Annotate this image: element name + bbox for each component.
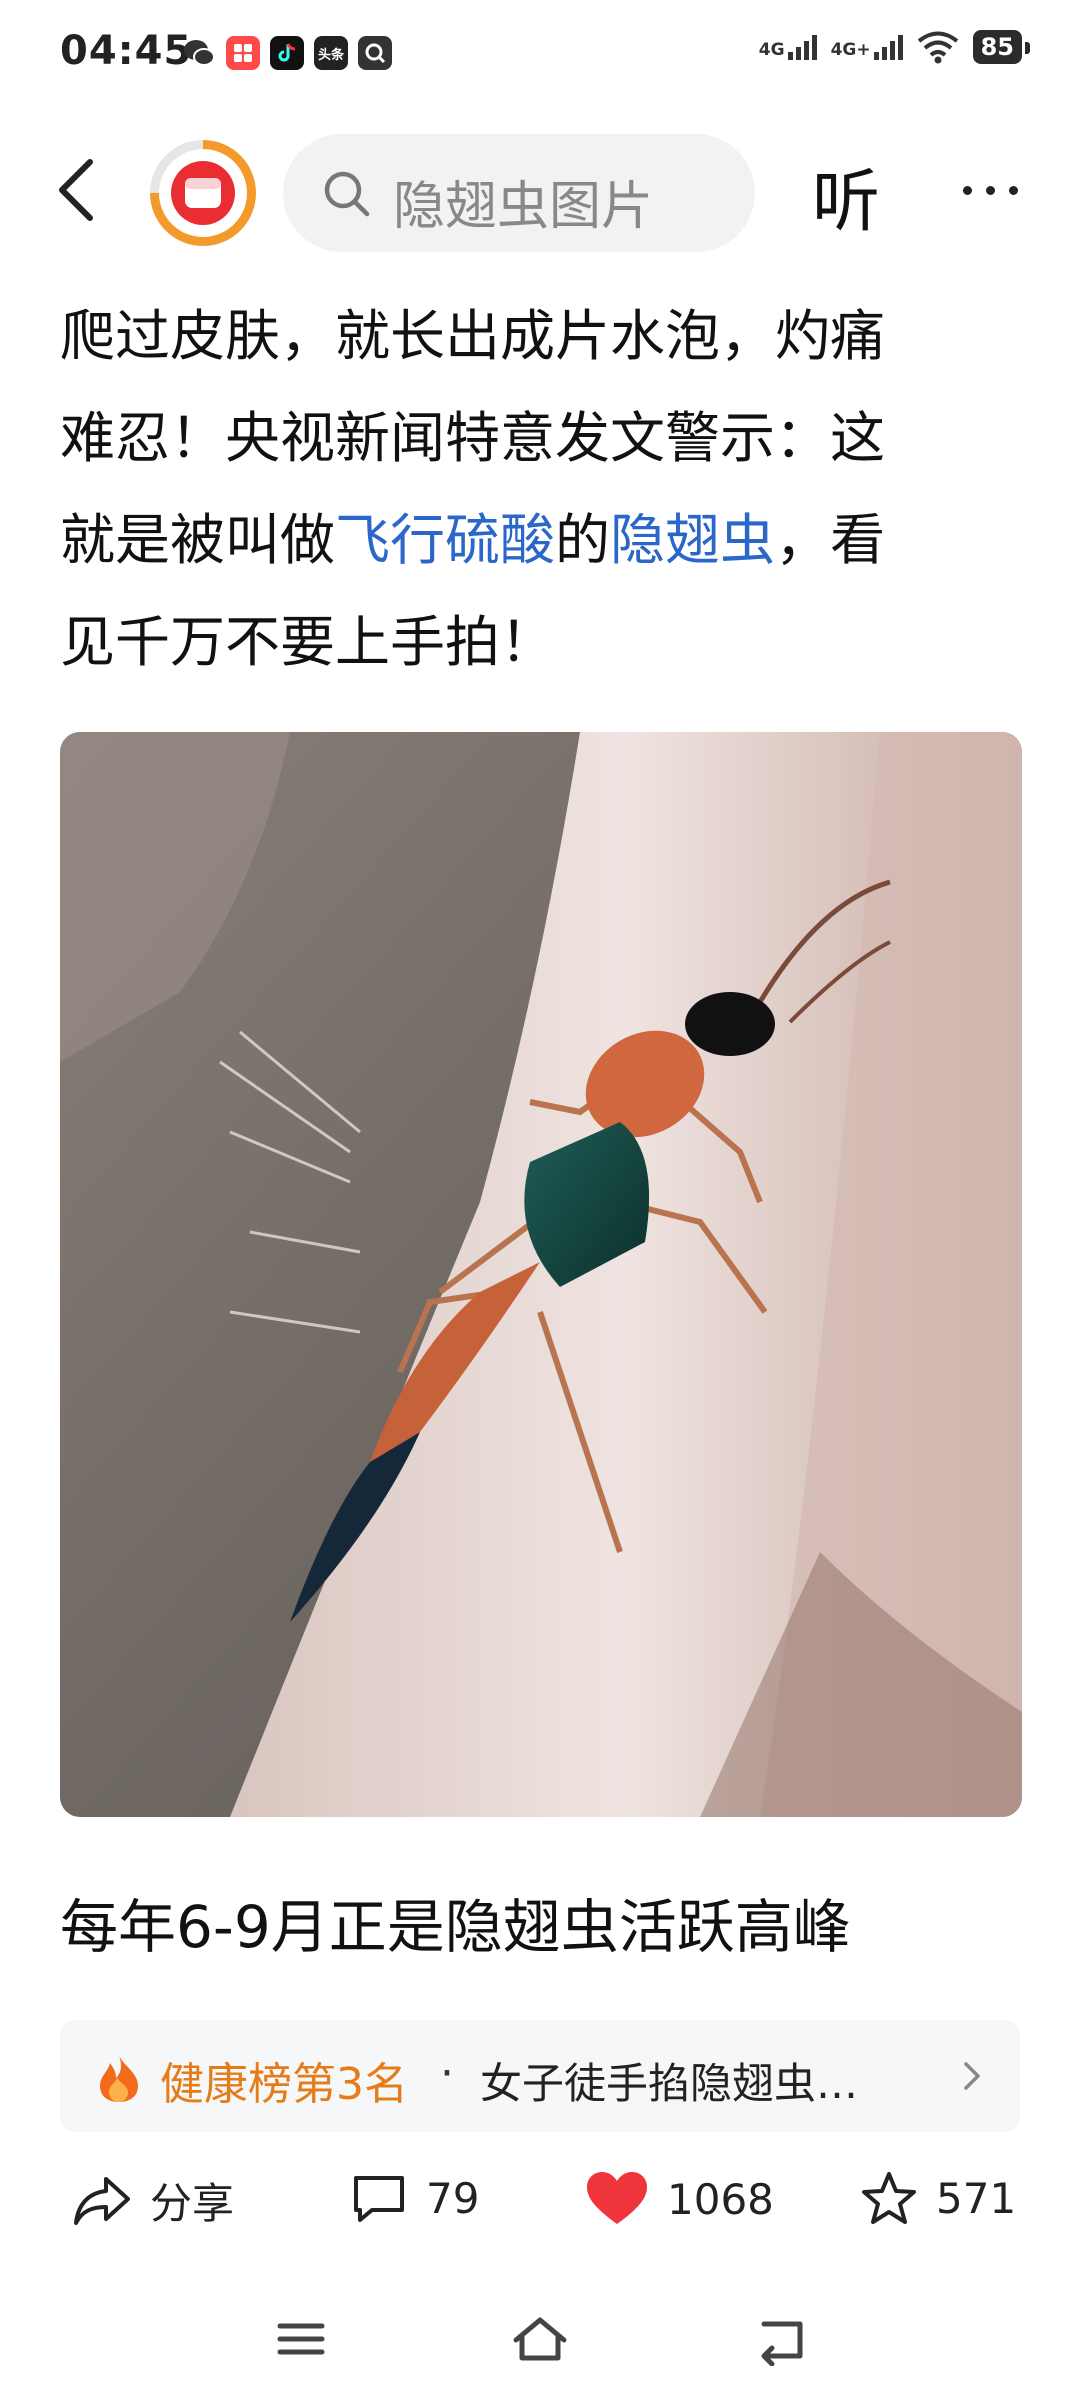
like-button[interactable]: 1068 (585, 2170, 774, 2228)
star-icon (862, 2172, 916, 2224)
listen-button[interactable]: 听 (812, 146, 880, 245)
share-label: 分享 (150, 2179, 235, 2228)
ranking-title: 女子徒手掐隐翅虫… (480, 2059, 859, 2108)
heart-icon (587, 2172, 647, 2224)
search-bar[interactable]: 隐翅虫图片 (283, 134, 755, 252)
signal-4g-plus: 4G+ (831, 34, 903, 60)
toutiao-label: 头条 (317, 47, 344, 63)
status-bar: 04:45 头条 4G 4G+ 85 (0, 0, 1080, 110)
xiaohongshu-icon (226, 36, 260, 70)
wifi-icon (917, 31, 958, 64)
action-bar: 分享 79 1068 571 (0, 2150, 1080, 2250)
comment-icon (354, 2176, 404, 2222)
search-icon (324, 171, 370, 217)
menu-icon[interactable] (274, 2312, 328, 2366)
favorite-count: 571 (936, 2173, 1017, 2223)
top-navigation: 隐翅虫图片 听 (0, 120, 1080, 270)
share-icon (74, 2176, 130, 2225)
status-time: 04:45 (60, 28, 193, 74)
keyword-link-rove-beetle[interactable]: 隐翅虫 (610, 508, 775, 572)
ranking-separator: · (440, 2048, 454, 2099)
battery-indicator: 85 (972, 30, 1031, 64)
keyword-link-flying-acid[interactable]: 飞行硫酸 (335, 508, 555, 572)
article-paragraph: 每年6-9月正是隐翅虫活跃高峰 (60, 1893, 851, 1961)
signal-4g: 4G (759, 34, 817, 60)
article-line: 见千万不要上手拍！ (60, 610, 556, 674)
status-indicators: 4G 4G+ 85 (759, 30, 1031, 64)
article-text: 的 (555, 508, 611, 572)
article-line: 爬过皮肤，就长出成片水泡，灼痛 (60, 304, 886, 368)
signal-bars-icon (787, 34, 817, 60)
signal-bars-icon (873, 34, 903, 60)
search-placeholder: 隐翅虫图片 (393, 177, 654, 237)
more-dot (985, 185, 995, 195)
like-count: 1068 (667, 2174, 774, 2224)
wechat-icon (182, 36, 216, 70)
system-nav-bar (0, 2290, 1080, 2400)
article-image-rove-beetle[interactable] (60, 732, 1022, 1817)
ranking-banner[interactable]: 健康榜第3名 · 女子徒手掐隐翅虫… (60, 2020, 1020, 2132)
comment-count: 79 (426, 2173, 480, 2223)
publisher-avatar[interactable] (150, 140, 256, 246)
back-nav-icon[interactable] (756, 2312, 810, 2366)
search-app-icon (358, 36, 392, 70)
status-app-icons: 头条 (182, 36, 392, 70)
article-line: 难忍！央视新闻特意发文警示：这 (60, 406, 886, 470)
douyin-icon (270, 36, 304, 70)
article-text: ，看 (775, 508, 886, 572)
network-label-1: 4G (758, 40, 785, 60)
toutiao-icon: 头条 (314, 36, 348, 70)
chevron-left-icon (59, 159, 93, 221)
article-body: 爬过皮肤，就长出成片水泡，灼痛 难忍！央视新闻特意发文警示：这 就是被叫做飞行硫… (60, 285, 1020, 693)
home-icon[interactable] (510, 2312, 570, 2366)
network-label-2: 4G+ (830, 40, 871, 60)
news-logo-icon (171, 161, 235, 225)
article-text: 就是被叫做 (60, 508, 336, 572)
comment-button[interactable]: 79 (350, 2170, 479, 2226)
ranking-label: 健康榜第3名 (160, 2059, 408, 2110)
more-dot (962, 185, 972, 195)
share-button[interactable]: 分享 (72, 2170, 234, 2231)
more-dot (1008, 185, 1018, 195)
fire-icon (100, 2055, 138, 2102)
favorite-button[interactable]: 571 (860, 2170, 1016, 2226)
more-options-button[interactable] (950, 150, 1030, 230)
back-button[interactable] (40, 150, 120, 230)
article-line: 就是被叫做飞行硫酸的隐翅虫，看 (60, 489, 1020, 591)
chevron-right-icon (964, 2062, 980, 2090)
